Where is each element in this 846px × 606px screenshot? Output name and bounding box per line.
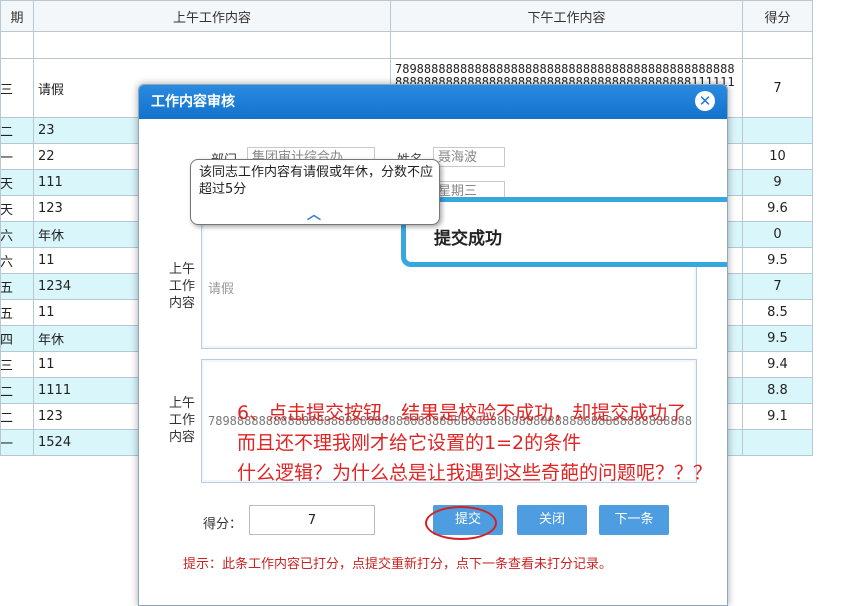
header-pm-content: 下午工作内容 — [390, 0, 743, 32]
success-toast: 提交成功 — [401, 197, 727, 267]
row-date: 期三 — [0, 58, 34, 118]
row-date: 期二 — [0, 377, 34, 404]
row-date: 期三 — [0, 351, 34, 378]
annotation-line-3: 什么逻辑？为什么总是让我遇到这些奇葩的问题呢？？？ — [237, 462, 713, 484]
header-am-content: 上午工作内容 — [33, 0, 391, 32]
header-score: 得分 — [742, 0, 813, 32]
row-date: 期天 — [0, 195, 34, 222]
row-score — [742, 117, 813, 144]
row-date: 期五 — [0, 273, 34, 300]
am-content-value: 请假 — [208, 282, 235, 297]
dialog-title: 工作内容审核 — [151, 94, 235, 110]
annotation-line-1: 6、点击提交按钮，结果是校验不成功，却提交成功了 — [237, 402, 687, 424]
annotation-text: 6、点击提交按钮，结果是校验不成功，却提交成功了 而且还不理我刚才给它设置的1=… — [237, 398, 712, 488]
dialog-header: 工作内容审核 ✕ — [139, 85, 727, 119]
am-content-label: 上午工作内容 — [168, 262, 195, 311]
score-input[interactable]: 7 — [249, 505, 375, 535]
toast-text: 提交成功 — [434, 229, 502, 249]
row-date: 期六 — [0, 221, 34, 248]
pm-content-label: 上午工作内容 — [168, 396, 195, 445]
row-score: 9.1 — [742, 403, 813, 430]
close-button[interactable]: 关闭 — [517, 505, 587, 535]
validation-tooltip: 该同志工作内容有请假或年休，分数不应超过5分 ︿ — [190, 159, 440, 225]
row-score — [742, 429, 813, 456]
row-score: 9.6 — [742, 195, 813, 222]
chevron-up-icon[interactable]: ︿ — [307, 204, 321, 224]
filter-row — [0, 31, 813, 59]
row-score: 8.5 — [742, 299, 813, 326]
row-score: 0 — [742, 221, 813, 248]
next-button[interactable]: 下一条 — [599, 505, 669, 535]
close-icon[interactable]: ✕ — [695, 91, 715, 111]
row-score: 9 — [742, 169, 813, 196]
row-score: 7 — [742, 273, 813, 300]
row-date: 期一 — [0, 429, 34, 456]
row-date: 期二 — [0, 403, 34, 430]
name-field[interactable]: 聂海波 — [433, 147, 505, 167]
row-score: 9.5 — [742, 325, 813, 352]
header-date: 期 — [0, 0, 34, 32]
hint-text: 提示：此条工作内容已打分，点提交重新打分，点下一条查看未打分记录。 — [183, 557, 613, 572]
annotation-line-2: 而且还不理我刚才给它设置的1=2的条件 — [237, 432, 582, 454]
row-date: 期一 — [0, 143, 34, 170]
annotation-circle — [425, 506, 497, 540]
score-label: 得分： — [203, 517, 243, 532]
row-score: 8.8 — [742, 377, 813, 404]
row-score: 7 — [742, 58, 813, 118]
row-date: 期天 — [0, 169, 34, 196]
row-date: 期五 — [0, 299, 34, 326]
row-score: 10 — [742, 143, 813, 170]
row-date: 期二 — [0, 117, 34, 144]
row-date: 期四 — [0, 325, 34, 352]
row-score: 9.4 — [742, 351, 813, 378]
tooltip-text: 该同志工作内容有请假或年休，分数不应超过5分 — [199, 165, 434, 197]
row-date: 期六 — [0, 247, 34, 274]
row-score: 9.5 — [742, 247, 813, 274]
